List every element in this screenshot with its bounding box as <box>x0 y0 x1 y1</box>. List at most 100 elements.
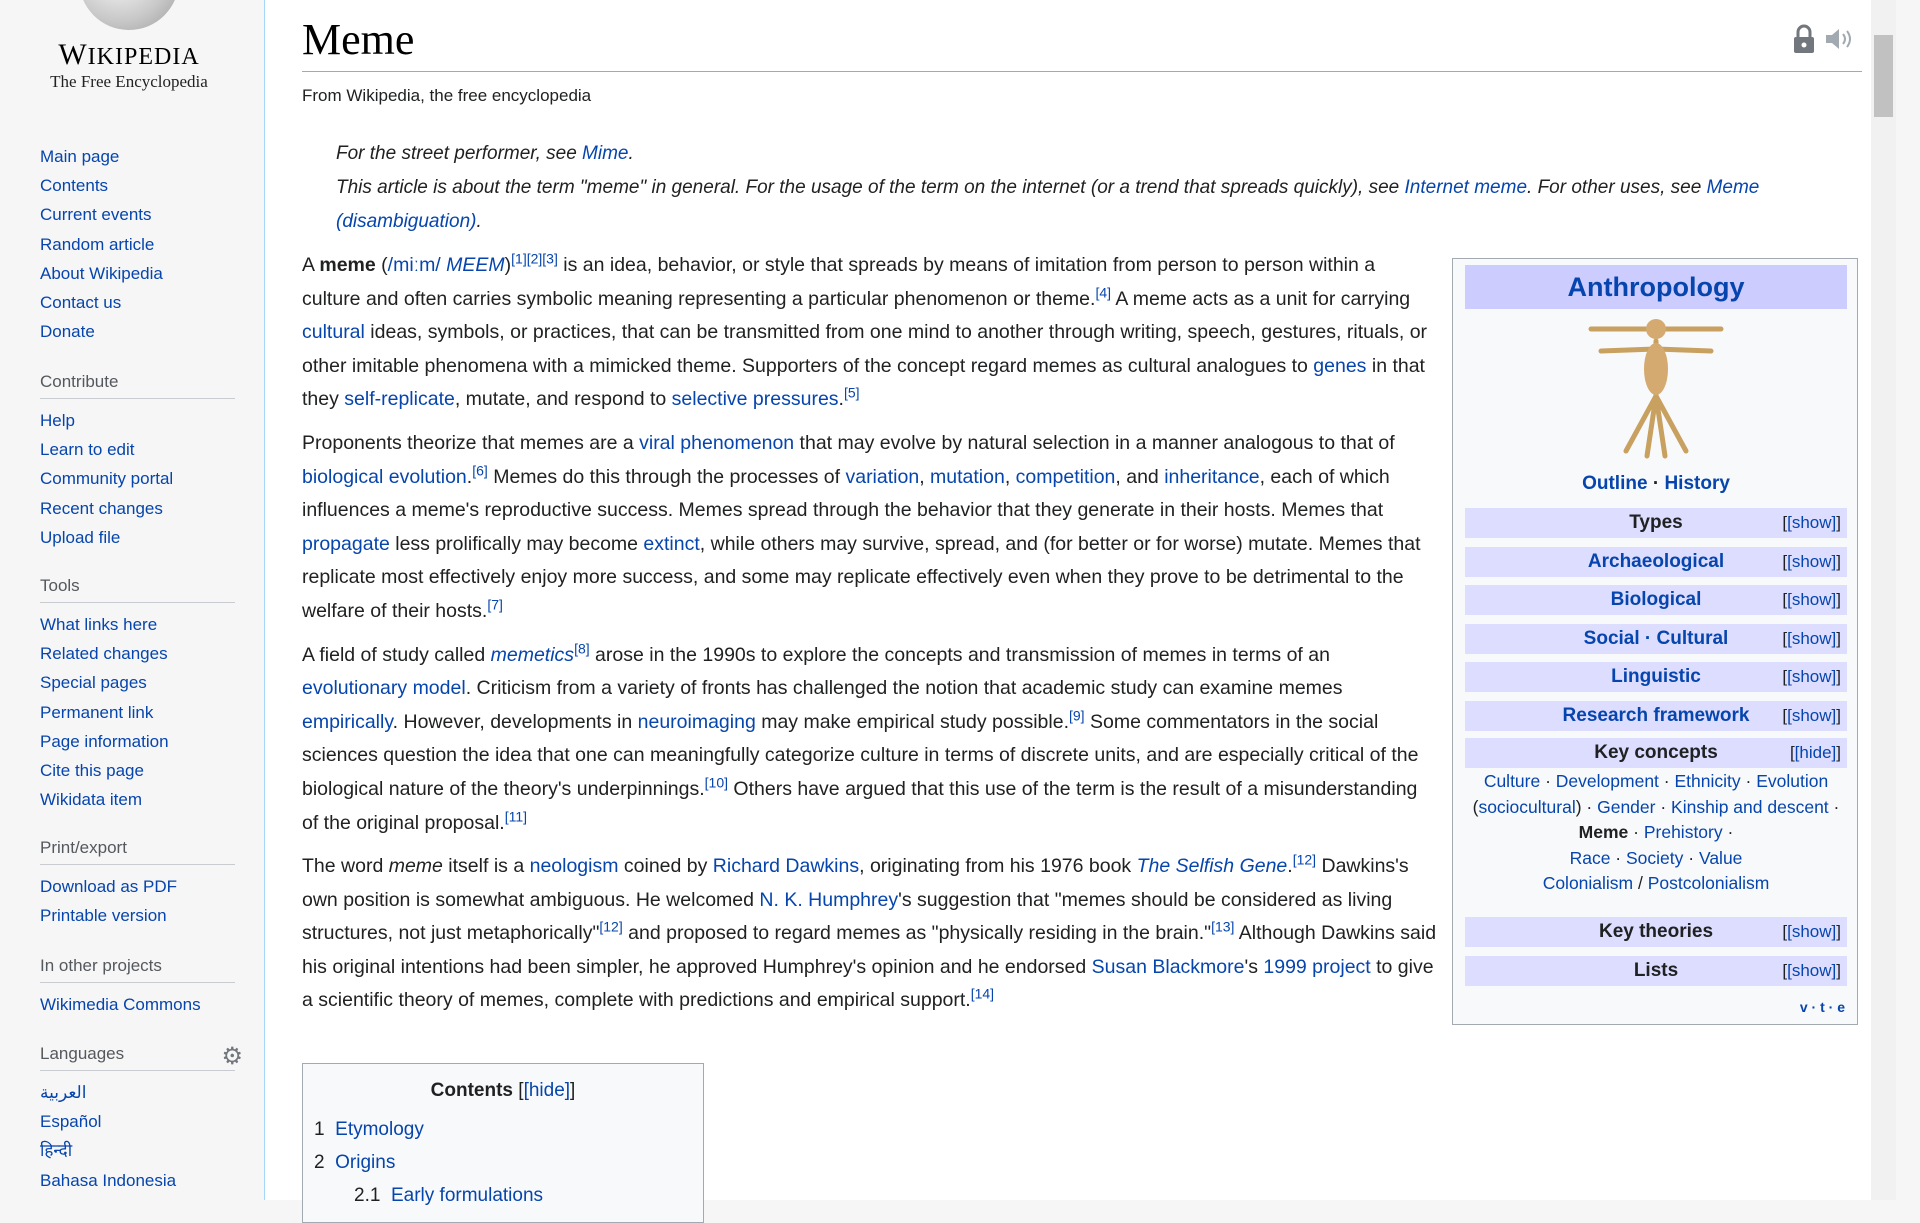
society-link[interactable]: Society <box>1626 848 1683 868</box>
toc-item[interactable]: 1 Etymology <box>314 1119 424 1141</box>
biological-toggle[interactable]: [[show]] <box>1782 585 1841 615</box>
nav-permanent-link[interactable]: Permanent link <box>40 698 240 727</box>
evolutionary-model-link[interactable]: evolutionary model <box>302 677 466 699</box>
variation-link[interactable]: variation <box>845 466 919 488</box>
self-replicate-link[interactable]: self-replicate <box>344 388 455 410</box>
types-toggle[interactable]: [[show]] <box>1782 508 1841 538</box>
linguistic-toggle[interactable]: [[show]] <box>1782 662 1841 692</box>
biological-link[interactable]: Biological <box>1611 589 1702 610</box>
archaeological-link[interactable]: Archaeological <box>1588 551 1724 572</box>
nav-community-portal[interactable]: Community portal <box>40 464 240 493</box>
evolution-link[interactable]: Evolution <box>1756 771 1828 791</box>
key-concepts-toggle[interactable]: [[hide]] <box>1790 738 1841 768</box>
richard-dawkins-link[interactable]: Richard Dawkins <box>713 855 859 877</box>
internet-meme-link[interactable]: Internet meme <box>1405 177 1528 198</box>
nav-current-events[interactable]: Current events <box>40 200 240 229</box>
biological-evolution-link[interactable]: biological evolution <box>302 466 467 488</box>
lists-toggle[interactable]: [[show]] <box>1782 956 1841 986</box>
colonialism-link[interactable]: Colonialism <box>1543 873 1633 893</box>
nav-wikimedia-commons[interactable]: Wikimedia Commons <box>40 990 240 1019</box>
nav-main-page[interactable]: Main page <box>40 142 240 171</box>
culture-link[interactable]: Culture <box>1484 771 1540 791</box>
toc-link-early-formulations[interactable]: Early formulations <box>391 1185 543 1206</box>
inheritance-link[interactable]: inheritance <box>1164 466 1259 488</box>
kinship-link[interactable]: Kinship and descent <box>1671 797 1829 817</box>
show-link[interactable]: [show] <box>1787 590 1836 609</box>
infobox-title[interactable]: Anthropology <box>1465 265 1847 309</box>
viral-phenomenon-link[interactable]: viral phenomenon <box>639 432 794 454</box>
memetics-link[interactable]: memetics <box>491 644 574 666</box>
postcolonialism-link[interactable]: Postcolonialism <box>1648 873 1770 893</box>
lang-spanish[interactable]: Español <box>40 1107 240 1136</box>
ethnicity-link[interactable]: Ethnicity <box>1674 771 1740 791</box>
extinct-link[interactable]: extinct <box>643 533 699 555</box>
hide-link[interactable]: [hide] <box>1795 743 1837 762</box>
lang-arabic[interactable]: العربية <box>40 1078 240 1107</box>
audio-icon[interactable] <box>1824 26 1856 52</box>
social-cultural-toggle[interactable]: [[show]] <box>1782 624 1841 654</box>
development-link[interactable]: Development <box>1556 771 1659 791</box>
nav-special-pages[interactable]: Special pages <box>40 668 240 697</box>
nav-what-links-here[interactable]: What links here <box>40 610 240 639</box>
selective-pressures-link[interactable]: selective pressures <box>672 388 839 410</box>
linguistic-link[interactable]: Linguistic <box>1611 666 1701 687</box>
cultural-link[interactable]: cultural <box>302 321 365 343</box>
ipa-link[interactable]: /miːm/ <box>388 254 441 276</box>
outline-link[interactable]: Outline <box>1582 473 1647 494</box>
race-link[interactable]: Race <box>1570 848 1611 868</box>
respelling-link[interactable]: MEEM <box>446 254 505 276</box>
nav-related-changes[interactable]: Related changes <box>40 639 240 668</box>
propagate-link[interactable]: propagate <box>302 533 390 555</box>
nav-download-pdf[interactable]: Download as PDF <box>40 872 240 901</box>
show-link[interactable]: [show] <box>1787 706 1836 725</box>
toc-link-origins[interactable]: Origins <box>335 1152 395 1173</box>
prehistory-link[interactable]: Prehistory <box>1644 822 1723 842</box>
sociocultural-link[interactable]: sociocultural <box>1478 797 1575 817</box>
lang-indonesian[interactable]: Bahasa Indonesia <box>40 1166 240 1195</box>
nav-help[interactable]: Help <box>40 406 240 435</box>
lang-hindi[interactable]: हिन्दी <box>40 1136 240 1165</box>
nav-recent-changes[interactable]: Recent changes <box>40 494 240 523</box>
gear-icon[interactable]: ⚙ <box>221 1042 243 1071</box>
mutation-link[interactable]: mutation <box>930 466 1005 488</box>
show-link[interactable]: [show] <box>1787 629 1836 648</box>
nav-contact[interactable]: Contact us <box>40 288 240 317</box>
toc-item[interactable]: 2 Origins <box>314 1152 395 1174</box>
nav-contents[interactable]: Contents <box>40 171 240 200</box>
nav-printable-version[interactable]: Printable version <box>40 901 240 930</box>
scrollbar[interactable] <box>1871 0 1896 1200</box>
nav-random-article[interactable]: Random article <box>40 230 240 259</box>
selfish-gene-link[interactable]: The Selfish Gene <box>1137 855 1288 877</box>
nav-cite-this-page[interactable]: Cite this page <box>40 756 240 785</box>
nav-page-information[interactable]: Page information <box>40 727 240 756</box>
lock-icon[interactable] <box>1792 24 1816 54</box>
vitruvian-man-image[interactable] <box>1581 311 1731 461</box>
humphrey-link[interactable]: N. K. Humphrey <box>759 889 898 911</box>
show-link[interactable]: [show] <box>1787 667 1836 686</box>
neuroimaging-link[interactable]: neuroimaging <box>638 711 756 733</box>
show-link[interactable]: [show] <box>1787 922 1836 941</box>
nav-upload-file[interactable]: Upload file <box>40 523 240 552</box>
nav-wikidata-item[interactable]: Wikidata item <box>40 785 240 814</box>
value-link[interactable]: Value <box>1699 848 1742 868</box>
genes-link[interactable]: genes <box>1313 355 1366 377</box>
empirically-link[interactable]: empirically <box>302 711 393 733</box>
scrollbar-thumb[interactable] <box>1874 35 1893 117</box>
wikipedia-logo[interactable]: WIKIPEDIA The Free Encyclopedia <box>24 0 234 110</box>
nav-about[interactable]: About Wikipedia <box>40 259 240 288</box>
competition-link[interactable]: competition <box>1016 466 1116 488</box>
show-link[interactable]: [show] <box>1787 552 1836 571</box>
toc-toggle[interactable]: [hide] <box>524 1080 570 1101</box>
research-framework-toggle[interactable]: [[show]] <box>1782 701 1841 731</box>
show-link[interactable]: [show] <box>1787 961 1836 980</box>
1999-project-link[interactable]: 1999 project <box>1263 956 1370 978</box>
susan-blackmore-link[interactable]: Susan Blackmore <box>1092 956 1245 978</box>
toc-item[interactable]: 2.1 Early formulations <box>354 1185 543 1207</box>
neologism-link[interactable]: neologism <box>530 855 619 877</box>
show-link[interactable]: [show] <box>1787 513 1836 532</box>
social-cultural-link[interactable]: Social · Cultural <box>1584 628 1729 649</box>
archaeological-toggle[interactable]: [[show]] <box>1782 547 1841 577</box>
vte-links[interactable]: v · t · e <box>1800 999 1845 1015</box>
key-theories-toggle[interactable]: [[show]] <box>1782 917 1841 947</box>
research-framework-link[interactable]: Research framework <box>1563 705 1750 726</box>
